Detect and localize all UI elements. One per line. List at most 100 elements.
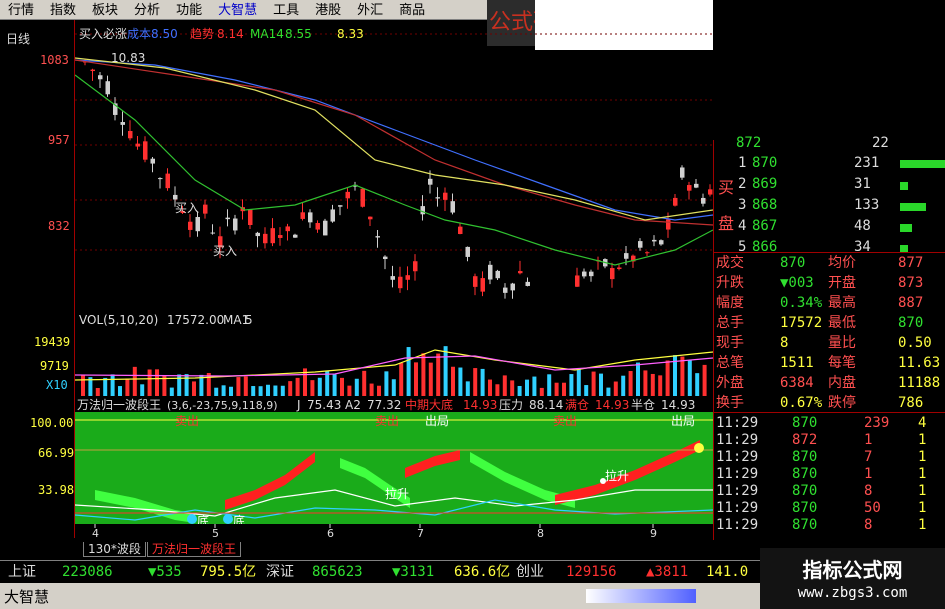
bid-volume: 231 — [854, 155, 880, 171]
candle-body — [525, 281, 530, 286]
menu-item-3[interactable]: 分析 — [126, 0, 168, 20]
kline-svg[interactable]: 买入必涨 成本 8.50 趋势 8.14 MA14 8.55 8.3310.83买入买入VOL… — [74, 20, 714, 540]
bid-row-2[interactable]: 2 869 31 — [714, 175, 945, 193]
tick-row-2[interactable]: 11:29 870 7 1 — [714, 448, 945, 466]
bottom-marker-dot — [187, 514, 197, 524]
quote-mid-label: 最低 — [828, 315, 856, 331]
menu-item-9[interactable]: 商品 — [391, 0, 433, 20]
tick-row-1[interactable]: 11:29 872 1 1 — [714, 431, 945, 449]
volume-bar — [473, 368, 478, 396]
candle-body — [165, 173, 170, 189]
tick-volume: 239 — [864, 415, 890, 431]
candle-body — [610, 268, 615, 280]
volume-bar — [95, 387, 100, 396]
candle-body — [624, 253, 629, 259]
quote-value: 17572 — [780, 315, 823, 331]
quote-row-5[interactable]: 总笔 1511 每笔 11.63 — [714, 354, 945, 372]
brand-label[interactable]: 大智慧 — [4, 586, 49, 607]
volume-bar — [258, 386, 263, 396]
menu-item-4[interactable]: 功能 — [168, 0, 210, 20]
quote-mid-label: 跌停 — [828, 395, 856, 411]
tick-row-6[interactable]: 11:29 870 8 1 — [714, 516, 945, 534]
tick-row-5[interactable]: 11:29 870 50 1 — [714, 499, 945, 517]
menu-item-1[interactable]: 指数 — [42, 0, 84, 20]
quote-row-4[interactable]: 现手 8 量比 0.50 — [714, 334, 945, 352]
candle-body — [638, 241, 643, 248]
candle-body — [420, 206, 425, 215]
candle-body — [255, 232, 260, 237]
menu-item-6[interactable]: 工具 — [265, 0, 307, 20]
tab-wanfa[interactable]: 万法归一波段王 — [147, 542, 242, 557]
tick-row-0[interactable]: 11:29 870 239 4 — [714, 414, 945, 432]
volume-bar — [362, 370, 367, 396]
candle-body — [233, 218, 238, 231]
bid-depth-bar — [900, 203, 926, 211]
candle-body — [90, 69, 95, 72]
menu-item-2[interactable]: 板块 — [84, 0, 126, 20]
volume-bar — [81, 375, 85, 396]
tick-row-3[interactable]: 11:29 870 1 1 — [714, 465, 945, 483]
candle-body — [285, 226, 290, 232]
cy-change: ▲3811 — [646, 564, 689, 580]
quote-mid-label: 开盘 — [828, 275, 856, 291]
ind-bottom-value: 14.93 — [463, 398, 497, 412]
candle-body — [617, 267, 622, 269]
sz-label[interactable]: 深证 — [266, 561, 294, 583]
candle-body — [278, 235, 283, 238]
quote-panel: 872 22 1 870 231 2 869 31 3 868 133 4 867 48 5 866 34 买盘成… — [713, 135, 945, 540]
candle-body — [413, 261, 418, 272]
bid-index: 4 — [738, 218, 747, 234]
menu-item-5[interactable]: 大智慧 — [210, 0, 265, 20]
price-low-label: 832 — [48, 219, 70, 233]
volume-bar — [236, 377, 241, 396]
candle-body — [673, 197, 678, 206]
candle-body — [405, 275, 410, 280]
ind-press-label: 压力 — [499, 398, 523, 412]
cy-label[interactable]: 创业 — [516, 561, 544, 583]
candle-body — [589, 271, 594, 277]
scroll-track[interactable] — [586, 589, 696, 603]
quote-row-1[interactable]: 升跌 ▼003 开盘 873 — [714, 274, 945, 292]
quote-row-3[interactable]: 总手 17572 最低 870 — [714, 314, 945, 332]
tick-count: 4 — [918, 415, 927, 431]
tick-time: 11:29 — [716, 500, 759, 516]
tick-row-4[interactable]: 11:29 870 8 1 — [714, 482, 945, 500]
indicator-title: 万法归一波段王 — [77, 397, 161, 412]
candle-body — [135, 143, 140, 147]
quote-value-2: 0.50 — [898, 335, 932, 351]
tick-count: 1 — [918, 466, 927, 482]
kline-chart[interactable]: 买入必涨 成本 8.50 趋势 8.14 MA14 8.55 8.33 10.83 买入 买入 VOL… — [74, 20, 714, 540]
quote-row-7[interactable]: 换手 0.67% 跌停 786 — [714, 394, 945, 412]
quote-label: 总手 — [716, 315, 744, 331]
menu-item-7[interactable]: 港股 — [307, 0, 349, 20]
watermark-title: 指标公式网 — [802, 558, 903, 582]
volume-bar — [628, 371, 633, 396]
signal-lift-2: 拉升 — [605, 468, 629, 483]
indicator-tabs: 130*波段 万法归一波段王 — [75, 540, 713, 558]
orderbook-top-partial[interactable]: 872 22 — [714, 134, 945, 152]
period-label[interactable]: 日线 — [6, 30, 30, 47]
quote-row-0[interactable]: 成交 870 均价 877 — [714, 254, 945, 272]
tab-wave[interactable]: 130*波段 — [83, 542, 146, 557]
volume-bar — [525, 379, 529, 396]
candle-body — [680, 167, 685, 178]
menu-item-0[interactable]: 行情 — [0, 0, 42, 20]
candle-body — [480, 278, 485, 292]
tick-price: 870 — [792, 483, 818, 499]
candle-body — [383, 256, 388, 260]
tick-count: 1 — [918, 449, 927, 465]
menu-item-8[interactable]: 外汇 — [349, 0, 391, 20]
volume-bar — [406, 347, 411, 396]
quote-row-6[interactable]: 外盘 6384 内盘 11188 — [714, 374, 945, 392]
volume-bar — [636, 362, 640, 396]
sh-label[interactable]: 上证 — [8, 561, 36, 583]
candle-body — [323, 220, 328, 236]
volume-bar — [155, 369, 159, 396]
month-label: 9 — [650, 527, 657, 538]
candle-body — [345, 191, 350, 199]
bid-price: 870 — [752, 155, 778, 171]
quote-value-2: 11188 — [898, 375, 941, 391]
candle-body — [510, 283, 515, 291]
quote-row-2[interactable]: 幅度 0.34% 最高 887 — [714, 294, 945, 312]
volume-bar — [243, 376, 248, 396]
